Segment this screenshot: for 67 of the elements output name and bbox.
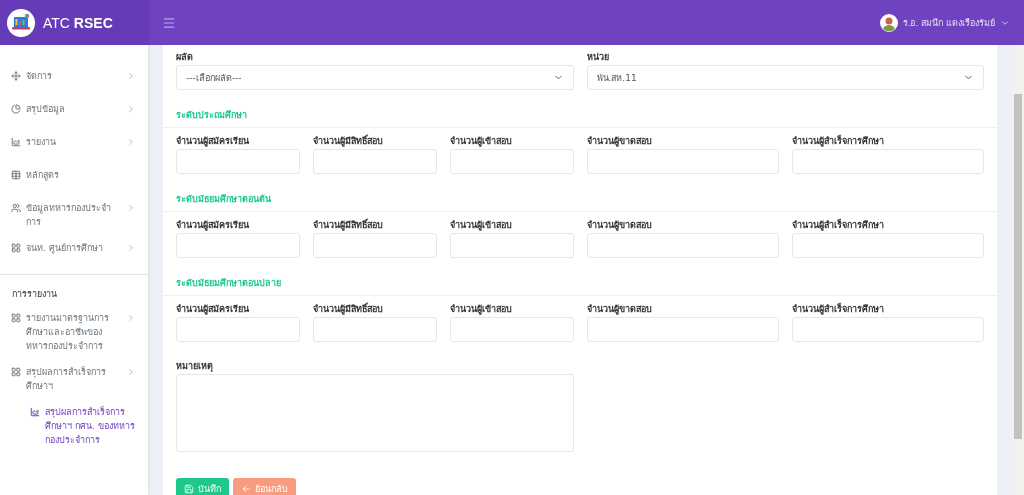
input-field[interactable] [586, 317, 779, 342]
field-label: จำนวนผู้เข้าสอบ [449, 135, 513, 147]
input-field[interactable] [449, 317, 574, 342]
field-label: จำนวนผู้สมัครเรียน [176, 303, 250, 315]
grid-icon [11, 313, 21, 323]
input-field[interactable] [791, 317, 984, 342]
sidebar-item[interactable]: รายงานมาตรฐานการศึกษาและอาชีพของทหารกองประจำการ [0, 305, 148, 359]
field-label: หมายเหตุ [176, 360, 214, 372]
sidebar-item[interactable]: สรุปผลการสำเร็จการศึกษาฯ [0, 359, 148, 399]
section-title: ระดับมัธยมศึกษาตอนปลาย [176, 277, 282, 290]
user-menu[interactable]: ร.อ. สมนึก แดงเรืองรัมย์ [879, 13, 1010, 32]
sidebar-item[interactable]: หลักสูตร [0, 162, 148, 195]
input-field[interactable] [176, 149, 300, 174]
field-label: จำนวนผู้มีสิทธิ์สอบ [312, 135, 384, 147]
sidebar-section-title: การรายงาน [11, 288, 58, 301]
input-field[interactable] [586, 149, 779, 174]
field-label: จำนวนผู้เข้าสอบ [449, 303, 513, 315]
input-field[interactable] [176, 317, 300, 342]
sidebar-item[interactable]: จัดการ [0, 63, 148, 96]
input-field[interactable] [586, 233, 779, 258]
field-label: จำนวนผู้สำเร็จการศึกษา [791, 303, 885, 315]
field-label: หน่วย [586, 51, 610, 63]
field-label: จำนวนผู้ขาดสอบ [586, 135, 653, 147]
input-field[interactable] [312, 317, 437, 342]
input-field[interactable] [791, 149, 984, 174]
sidebar-item[interactable]: ข้อมูลทหารกองประจำการ [0, 195, 148, 235]
move-arrows-icon [11, 71, 21, 81]
field-label: จำนวนผู้สมัครเรียน [176, 219, 250, 231]
field-label: จำนวนผู้สมัครเรียน [176, 135, 250, 147]
field-label: จำนวนผู้มีสิทธิ์สอบ [312, 303, 384, 315]
grid-icon [11, 367, 21, 377]
sidebar-item[interactable]: สรุปข้อมูล [0, 96, 148, 129]
select-field[interactable]: ---เลือกผลัด--- [176, 65, 574, 90]
field-label: จำนวนผู้ขาดสอบ [586, 303, 653, 315]
input-field[interactable] [791, 233, 984, 258]
field-label: จำนวนผู้ขาดสอบ [586, 219, 653, 231]
field-label: จำนวนผู้มีสิทธิ์สอบ [312, 219, 384, 231]
select-field[interactable]: พัน.สห.11 [586, 65, 984, 90]
input-field[interactable] [312, 149, 437, 174]
arrow-left-icon [241, 484, 251, 494]
scrollbar[interactable] [1012, 45, 1024, 495]
menu-icon[interactable] [162, 15, 176, 30]
sidebar-item[interactable]: รายงาน [0, 129, 148, 162]
input-field[interactable] [312, 233, 437, 258]
table-icon [11, 170, 21, 180]
pie-chart-icon [11, 104, 21, 114]
laptop-logo-icon [7, 8, 35, 37]
avatar-icon [879, 13, 898, 32]
brand-title[interactable]: ATC RSEC [43, 14, 113, 31]
sidebar-subitem[interactable]: สรุปผลการสำเร็จการศึกษาฯ กศน. ของทหารกองประจำการ [0, 399, 148, 453]
area-chart-icon [11, 137, 21, 147]
save-icon [184, 484, 194, 494]
input-field[interactable] [449, 233, 574, 258]
field-label: จำนวนผู้เข้าสอบ [449, 219, 513, 231]
field-label: จำนวนผู้สำเร็จการศึกษา [791, 219, 885, 231]
scrollbar-thumb[interactable] [1014, 94, 1022, 439]
remark-textarea[interactable] [176, 374, 574, 452]
section-title: ระดับประถมศึกษา [176, 109, 248, 122]
area-chart-icon [30, 407, 40, 417]
section-title: ระดับมัธยมศึกษาตอนต้น [176, 193, 272, 206]
sidebar-item[interactable]: จนท. ศูนย์การศึกษา [0, 235, 148, 268]
field-label: จำนวนผู้สำเร็จการศึกษา [791, 135, 885, 147]
field-label: ผลัด [176, 51, 194, 63]
input-field[interactable] [176, 233, 300, 258]
users-icon [11, 203, 21, 213]
input-field[interactable] [449, 149, 574, 174]
grid-icon [11, 243, 21, 253]
